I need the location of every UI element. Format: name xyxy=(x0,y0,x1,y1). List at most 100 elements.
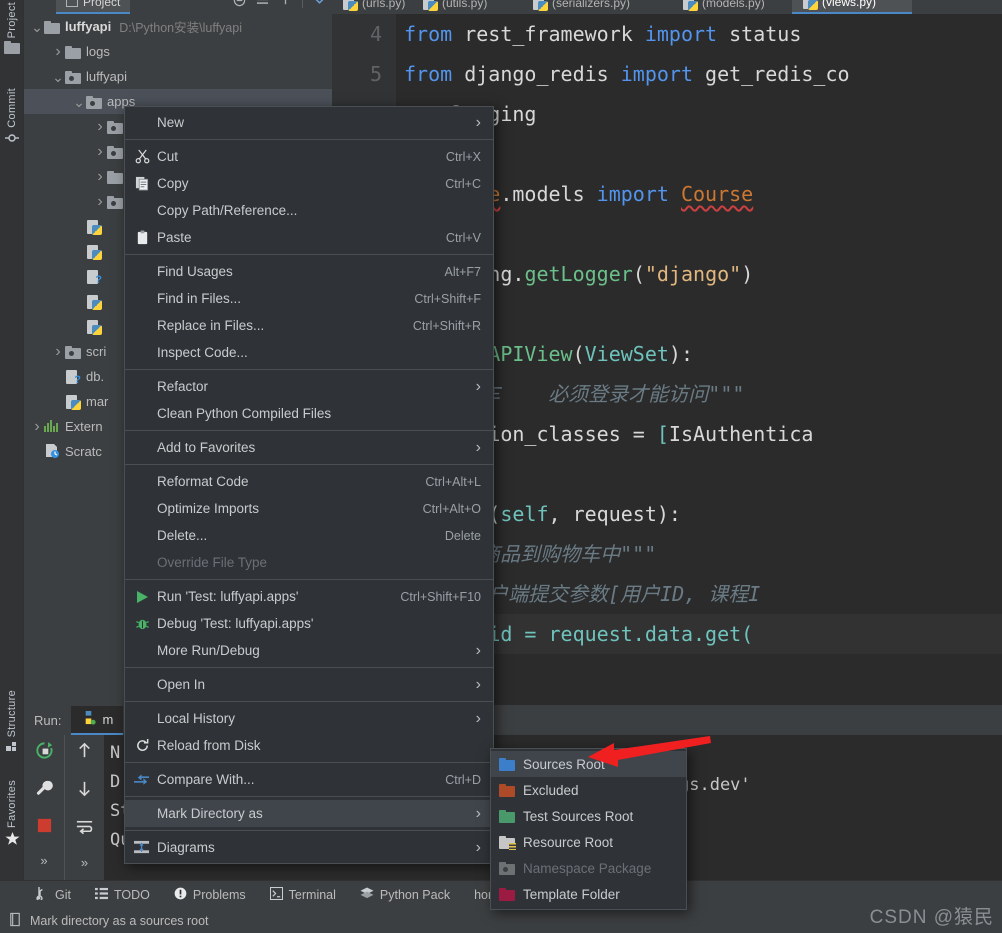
wrench-icon[interactable] xyxy=(35,779,54,803)
menu-item[interactable]: Diagrams › xyxy=(125,834,493,861)
chevron-right-icon: › xyxy=(475,838,481,856)
menu-item[interactable]: Inspect Code... xyxy=(125,339,493,366)
chevron-down-icon[interactable]: ⌄ xyxy=(72,95,86,109)
menu-item[interactable]: Reload from Disk xyxy=(125,732,493,759)
python-file-icon xyxy=(682,0,698,11)
editor-tab-label: (urls.py) xyxy=(362,0,406,10)
hide-icon[interactable] xyxy=(279,0,292,10)
menu-item-label: Debug 'Test: luffyapi.apps' xyxy=(157,616,314,631)
menu-item[interactable]: Add to Favorites › xyxy=(125,434,493,461)
run-tab[interactable]: m xyxy=(71,705,124,735)
menu-item-no-icon xyxy=(133,202,151,220)
bottom-bar-item[interactable]: Python Pack xyxy=(348,881,462,909)
tree-row[interactable]: › logs xyxy=(24,39,332,64)
folder-icon xyxy=(499,782,517,798)
menu-item[interactable]: Optimize Imports Ctrl+Alt+O xyxy=(125,495,493,522)
stop-icon[interactable] xyxy=(36,817,53,839)
code-line: from rest_framework import status xyxy=(396,14,1002,54)
menu-item[interactable]: Open In › xyxy=(125,671,493,698)
bottom-bar-item-label: TODO xyxy=(113,887,150,902)
up-arrow-icon[interactable] xyxy=(75,741,94,765)
menu-item-no-icon xyxy=(133,527,151,545)
code-token: .models xyxy=(500,182,597,206)
menu-separator xyxy=(125,830,493,831)
python-file-icon xyxy=(86,293,103,310)
code-token: = xyxy=(632,422,657,446)
sidebar-item-favorites[interactable]: Favorites xyxy=(0,780,24,852)
submenu-item[interactable]: Test Sources Root xyxy=(491,803,686,829)
submenu-item[interactable]: Excluded xyxy=(491,777,686,803)
chevron-right-icon[interactable]: › xyxy=(93,168,107,186)
down-arrow-icon[interactable] xyxy=(75,779,94,803)
chevron-right-icon[interactable]: › xyxy=(51,343,65,361)
submenu-item[interactable]: Resource Root xyxy=(491,829,686,855)
menu-item[interactable]: Replace in Files... Ctrl+Shift+R xyxy=(125,312,493,339)
submenu-item[interactable]: Sources Root xyxy=(491,751,686,777)
package-icon xyxy=(65,69,82,85)
menu-item[interactable]: Debug 'Test: luffyapi.apps' xyxy=(125,610,493,637)
editor-tab[interactable]: (views.py) xyxy=(792,0,912,14)
menu-item-no-icon xyxy=(133,642,151,660)
menu-item[interactable]: Clean Python Compiled Files xyxy=(125,400,493,427)
chevron-right-icon[interactable]: › xyxy=(30,418,44,436)
bottom-bar-item[interactable]: Terminal xyxy=(258,881,348,909)
menu-item[interactable]: Find Usages Alt+F7 xyxy=(125,258,493,285)
chevron-down-icon[interactable]: ⌄ xyxy=(30,20,44,34)
chevron-right-icon[interactable]: › xyxy=(93,193,107,211)
submenu-item: Namespace Package xyxy=(491,855,686,881)
chevron-right-icon[interactable]: › xyxy=(93,143,107,161)
gutter-line-number: 4 xyxy=(369,22,382,46)
menu-item[interactable]: Refactor › xyxy=(125,373,493,400)
collapse-all-icon[interactable] xyxy=(233,0,246,10)
menu-item-shortcut: Ctrl+V xyxy=(445,230,481,245)
menu-item[interactable]: Local History › xyxy=(125,705,493,732)
tree-row[interactable]: ⌄ luffyapi xyxy=(24,64,332,89)
menu-item[interactable]: Compare With... Ctrl+D xyxy=(125,766,493,793)
bottom-bar-item[interactable]: Problems xyxy=(162,881,258,909)
menu-item[interactable]: Paste Ctrl+V xyxy=(125,224,493,251)
sidebar-item-project[interactable]: Project xyxy=(0,2,24,57)
chevron-down-icon[interactable] xyxy=(313,0,326,10)
sidebar-item-structure[interactable]: Structure xyxy=(0,690,24,759)
mark-directory-as-submenu[interactable]: Sources Root Excluded Test Sources Root Res… xyxy=(490,748,687,910)
menu-item[interactable]: Mark Directory as › xyxy=(125,800,493,827)
menu-item-label: Copy xyxy=(157,176,189,191)
tree-row[interactable]: ⌄ luffyapi D:\Python安装\luffyapi xyxy=(24,14,332,39)
editor-tab[interactable]: (serializers.py) xyxy=(522,0,672,14)
run-toolbar-more-right[interactable]: » xyxy=(81,855,88,870)
menu-item[interactable]: Copy Path/Reference... xyxy=(125,197,493,224)
menu-item[interactable]: Copy Ctrl+C xyxy=(125,170,493,197)
tab-project[interactable]: Project xyxy=(56,0,131,14)
editor-tab[interactable]: (urls.py) xyxy=(332,0,412,14)
chevron-right-icon[interactable]: › xyxy=(51,43,65,61)
submenu-item[interactable]: Template Folder xyxy=(491,881,686,907)
editor-tab-bar[interactable]: (urls.py) (utils.py) (serializers.py) (mode… xyxy=(332,0,1002,14)
menu-item[interactable]: Run 'Test: luffyapi.apps' Ctrl+Shift+F10 xyxy=(125,583,493,610)
menu-item-label: Diagrams xyxy=(157,840,215,855)
chevron-right-icon[interactable]: › xyxy=(93,118,107,136)
soft-wrap-icon[interactable] xyxy=(75,817,94,841)
settings-icon[interactable] xyxy=(256,0,269,10)
menu-separator xyxy=(125,254,493,255)
menu-item[interactable]: Cut Ctrl+X xyxy=(125,143,493,170)
chevron-down-icon[interactable]: ⌄ xyxy=(51,70,65,84)
python-packages-icon xyxy=(360,886,374,903)
bottom-bar-item[interactable]: Git xyxy=(24,881,83,909)
python-file-icon xyxy=(422,0,438,11)
menu-separator xyxy=(125,796,493,797)
editor-tab[interactable]: (utils.py) xyxy=(412,0,522,14)
rerun-icon[interactable] xyxy=(35,741,54,765)
menu-item[interactable]: Find in Files... Ctrl+Shift+F xyxy=(125,285,493,312)
bottom-bar-item[interactable]: TODO xyxy=(83,881,162,909)
menu-item-no-icon xyxy=(133,805,151,823)
menu-item[interactable]: Reformat Code Ctrl+Alt+L xyxy=(125,468,493,495)
menu-item[interactable]: More Run/Debug › xyxy=(125,637,493,664)
editor-tab[interactable]: (models.py) xyxy=(672,0,792,14)
submenu-item-label: Template Folder xyxy=(523,886,620,902)
context-menu[interactable]: New › Cut Ctrl+X Copy Ctrl+C Copy Path/Referen… xyxy=(124,106,494,864)
code-token: Course xyxy=(680,182,754,206)
menu-item[interactable]: New › xyxy=(125,109,493,136)
menu-item[interactable]: Delete... Delete xyxy=(125,522,493,549)
sidebar-item-commit[interactable]: Commit xyxy=(0,88,24,151)
run-toolbar-more-left[interactable]: » xyxy=(40,853,47,868)
